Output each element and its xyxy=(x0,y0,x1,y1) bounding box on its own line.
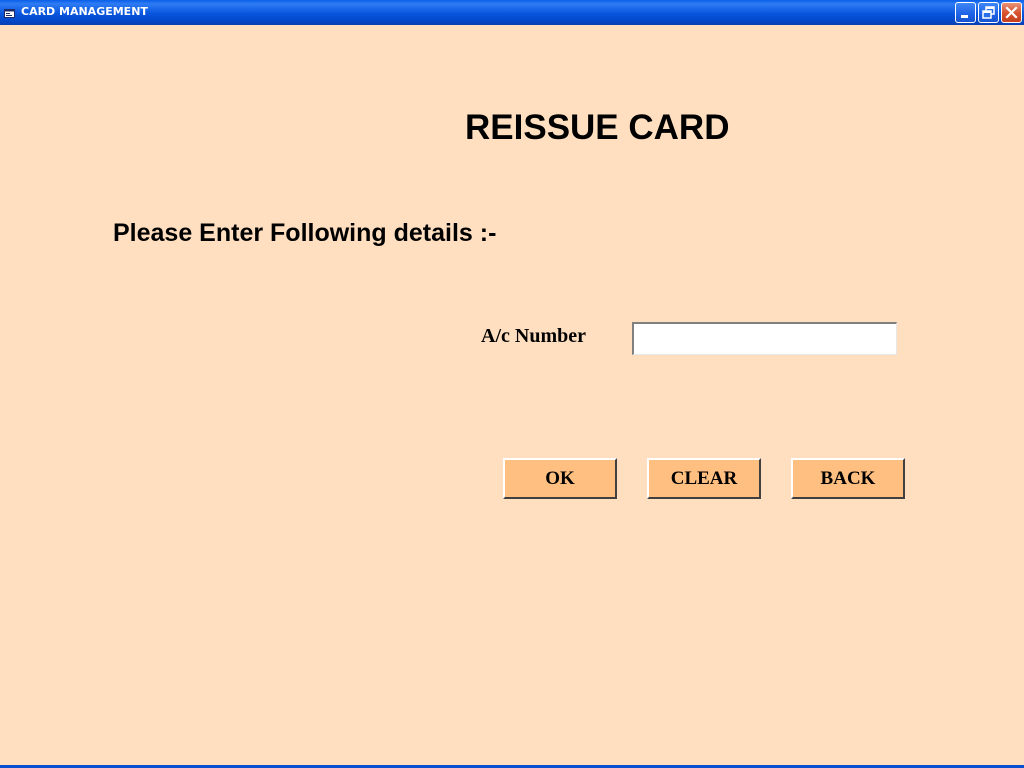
account-number-input[interactable] xyxy=(632,322,897,355)
minimize-button[interactable] xyxy=(955,2,976,23)
close-button[interactable] xyxy=(1001,2,1022,23)
account-number-label: A/c Number xyxy=(481,325,586,347)
window-title: CARD MANAGEMENT xyxy=(21,5,148,18)
card-management-window: CARD MANAGEMENT REISSUE CARD Please Ente… xyxy=(0,0,1024,768)
back-button[interactable]: BACK xyxy=(791,458,905,499)
instructions-text: Please Enter Following details :- xyxy=(113,219,497,247)
restore-button[interactable] xyxy=(978,2,999,23)
app-icon[interactable] xyxy=(4,6,15,18)
ok-button[interactable]: OK xyxy=(503,458,617,499)
minimize-icon xyxy=(961,15,968,18)
title-bar[interactable]: CARD MANAGEMENT xyxy=(0,0,1024,25)
page-title: REISSUE CARD xyxy=(465,108,730,147)
clear-button[interactable]: CLEAR xyxy=(647,458,761,499)
restore-icon xyxy=(982,6,995,19)
close-icon xyxy=(1005,6,1018,19)
